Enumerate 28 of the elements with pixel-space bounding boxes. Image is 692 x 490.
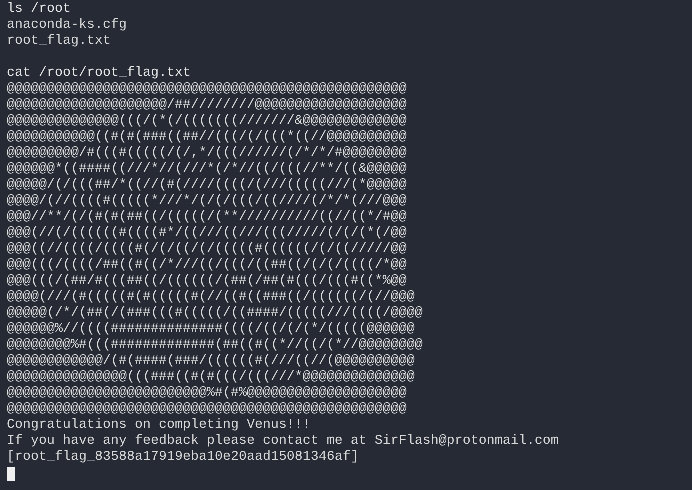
ascii-art-line: @@@(((/(##/#(((##((/((((((/(##(/##(#(((/(((#((*%@@ bbox=[7, 274, 407, 290]
ascii-art-line: @@@@@@@@@@@@@@@@@@@@@@@@@@@@@@@@@@@@@@@@@@@@@@@@@@ bbox=[7, 402, 407, 418]
ascii-art-line: @@@@@@@@@@@@@@(((/(*(/(((((((///////&@@@@@@@@@@@@@ bbox=[7, 114, 407, 130]
ascii-art-line: @@@@@@@@%#(((#############(##((#((*//((/(*//@@@@@@@@ bbox=[7, 338, 423, 354]
ascii-art-line: @@@@@@@@@@@@/(#(####(###/((((((#(///((//(@@@@@@@@@@ bbox=[7, 354, 415, 370]
output-line: If you have any feedback please contact me at SirFlash@protonmail.com bbox=[7, 434, 559, 450]
command-line: ls /root bbox=[7, 2, 71, 18]
ascii-art-line: @@@((//((((/((((#(/(/((/(/(((((#((((((/(/((/////@@ bbox=[7, 242, 407, 258]
output-line: anaconda-ks.cfg bbox=[7, 18, 127, 34]
ascii-art-line: @@@@@@%//((((##############((((/((/(/(*/(((((@@@@@@ bbox=[7, 322, 415, 338]
ascii-art-line: @@@@@@@@@@@@@@@@@@@@@@@@@@@@@@@@@@@@@@@@@@@@@@@@@@ bbox=[7, 82, 407, 98]
ascii-art-line: @@@@@@@@@@@@@@@(((###((#(#(((/(((///*@@@@@@@@@@@@@@ bbox=[7, 370, 415, 386]
ascii-art-line: @@@(((/((((/##((#((/*///((/(((/((##((/(/(/((((/*@@ bbox=[7, 258, 407, 274]
output-line: root_flag.txt bbox=[7, 34, 111, 50]
ascii-art-line: @@@@@/(/(((##/*((//(#(////((((/(///(((((///(*@@@@@ bbox=[7, 178, 407, 194]
ascii-art-line: @@@@@@@@@/#(((#(((((/(/,*/(((//////(/*/*/#@@@@@@@@ bbox=[7, 146, 407, 162]
ascii-art-line: @@@(//(/((((((#((((#*/((///((///(((/////(/(/(*(/@@ bbox=[7, 226, 407, 242]
output-line: Congratulations on completing Venus!!! bbox=[7, 418, 311, 434]
ascii-art-line: @@@//**/(/(#(#(##((/(((((/(**//////////((//((*/#@@ bbox=[7, 210, 407, 226]
ascii-art-line: @@@@@@*((####((///*//(///*(/*//((/(((//**/((&@@@@@ bbox=[7, 162, 407, 178]
ascii-art-line: @@@@(///(#(((((#(#(((((#(//((#((###((/((((((/(//@@@ bbox=[7, 290, 415, 306]
output-line: [root_flag_83588a17919eba10e20aad15081346af] bbox=[7, 450, 359, 466]
ascii-art-line: @@@@@@@@@@@@@@@@@@@@/##////////@@@@@@@@@@@@@@@@@@@ bbox=[7, 98, 407, 114]
ascii-art-line: @@@@/(//((((#(((((*///*/(/(/(((/((////(/*/*(///@@@ bbox=[7, 194, 407, 210]
ascii-art-line: @@@@@@@@@@@((#(#(###((##//(((/(/(((*((//@@@@@@@@@@ bbox=[7, 130, 407, 146]
command-line: cat /root/root_flag.txt bbox=[7, 66, 191, 82]
ascii-art-line: @@@@@(/*/(##(/(###(((#(((((/((####/(((((///((((/@@@@ bbox=[7, 306, 423, 322]
ascii-art-line: @@@@@@@@@@@@@@@@@@@@@@@@@%#(#%@@@@@@@@@@@@@@@@@@@@ bbox=[7, 386, 407, 402]
